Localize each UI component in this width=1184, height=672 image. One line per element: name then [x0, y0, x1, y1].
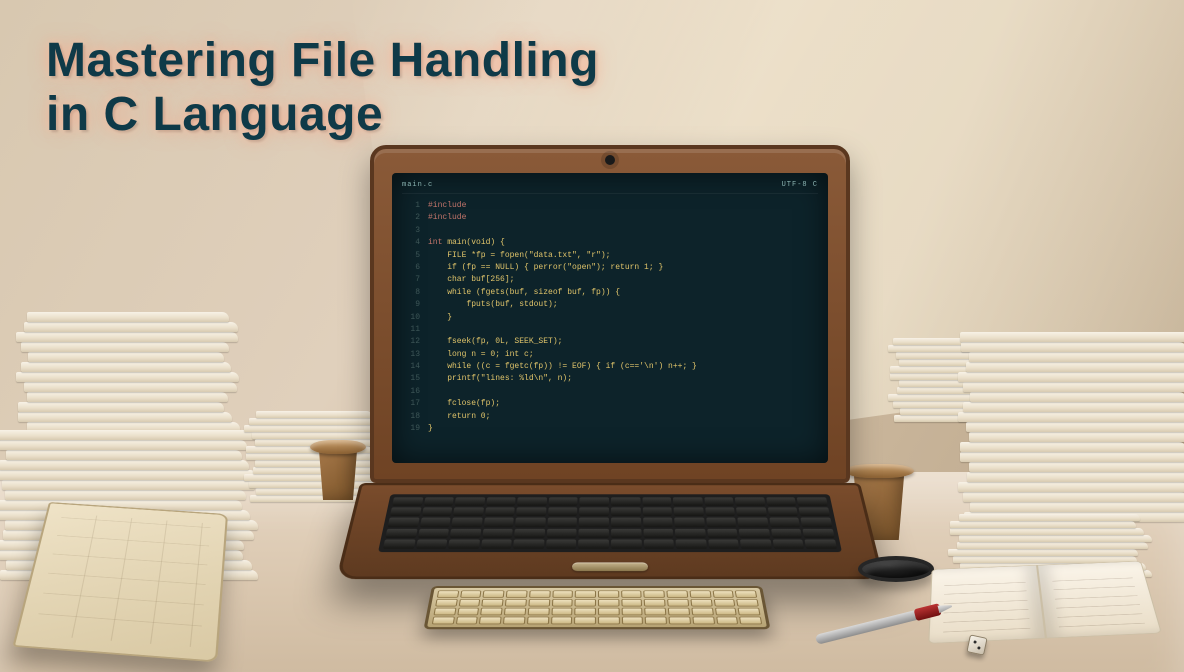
- external-keyboard: [423, 586, 770, 629]
- laptop-latch: [572, 562, 648, 571]
- scene: Mastering File Handling in C Language ma…: [0, 0, 1184, 672]
- laptop-base: [336, 483, 884, 579]
- hero-title-line1: Mastering File Handling: [46, 34, 599, 87]
- code-editor: 1#include 2#include 3 4int main(void) { …: [402, 200, 818, 435]
- hero-title-line2: in C Language: [46, 88, 599, 142]
- editor-titlebar: main.c UTF-8 C: [402, 181, 818, 194]
- camera-lens-icon: [858, 556, 934, 582]
- webcam-icon: [605, 155, 615, 165]
- laptop-screen: main.c UTF-8 C 1#include 2#include 3 4in…: [392, 173, 828, 463]
- open-notebook: [928, 561, 1162, 644]
- closed-notebook: [12, 502, 228, 662]
- laptop-keyboard: [378, 494, 842, 552]
- hero-title: Mastering File Handling in C Language: [46, 34, 599, 142]
- paper-stack-right-tall: [964, 352, 1184, 522]
- laptop: main.c UTF-8 C 1#include 2#include 3 4in…: [370, 145, 850, 601]
- laptop-lid: main.c UTF-8 C 1#include 2#include 3 4in…: [370, 145, 850, 483]
- editor-status: UTF-8 C: [782, 181, 818, 189]
- notebook-page-right: [1037, 561, 1162, 639]
- die-icon: [966, 634, 987, 655]
- editor-filename: main.c: [402, 181, 433, 189]
